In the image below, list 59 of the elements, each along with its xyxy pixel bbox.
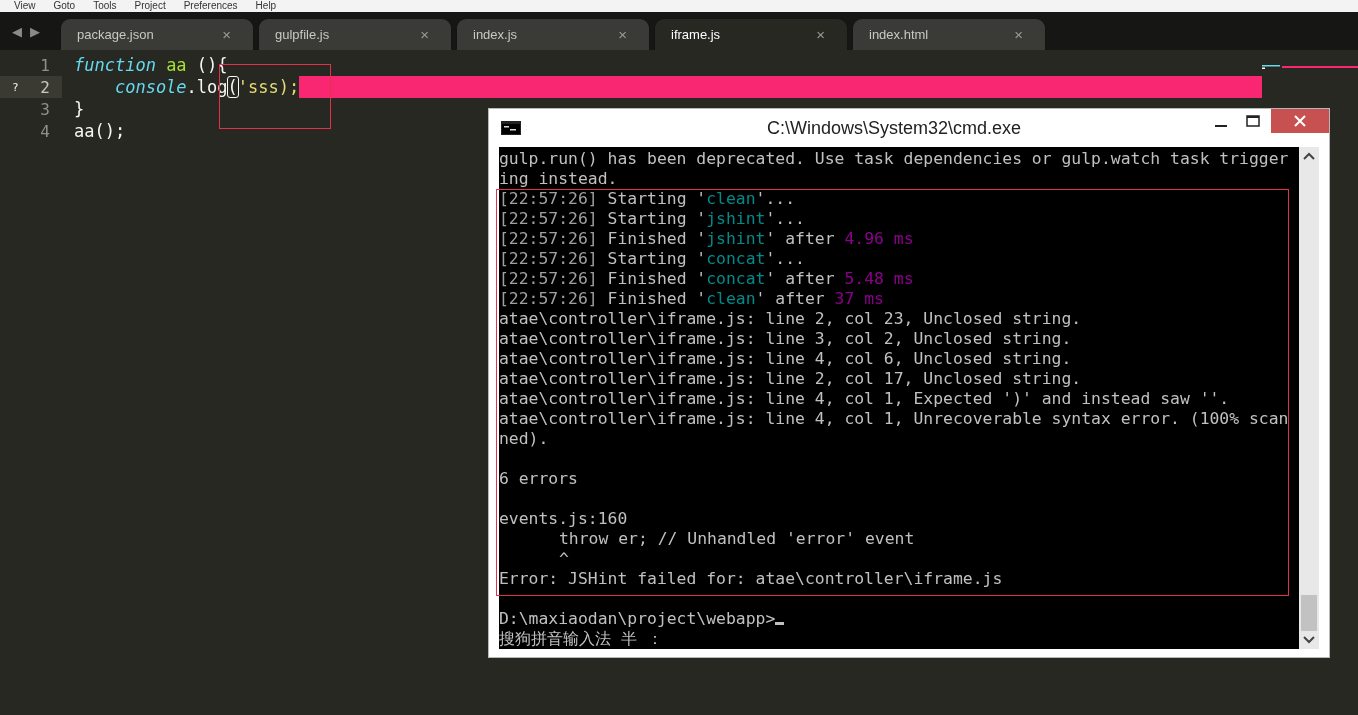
console-line: [22:57:26] Starting 'concat'... [499, 249, 805, 269]
scroll-thumb[interactable] [1301, 595, 1317, 631]
line-number: 4 [40, 121, 50, 141]
console-line: Error: JSHint failed for: atae\controller\iframe.js [499, 569, 1003, 589]
menu-item[interactable]: Preferences [183, 1, 238, 11]
console-line: 搜狗拼音输入法 半 ： [499, 629, 663, 649]
close-tab-button[interactable]: × [816, 26, 825, 43]
close-tab-button[interactable]: × [420, 26, 429, 43]
console-icon [501, 121, 521, 135]
console-line: atae\controller\iframe.js: line 4, col 1, Expected ')' and instead saw ''. [499, 389, 1230, 409]
console-line: atae\controller\iframe.js: line 2, col 17, Unclosed string. [499, 369, 1082, 389]
code-line: aa(); [74, 120, 126, 142]
console-line: atae\controller\iframe.js: line 3, col 2, Unclosed string. [499, 329, 1072, 349]
console-line: [22:57:26] Finished 'jshint' after 4.96 ms [499, 229, 914, 249]
close-button[interactable] [1271, 109, 1329, 133]
console-line: atae\controller\iframe.js: line 2, col 23, Unclosed string. [499, 309, 1082, 329]
menu-item[interactable]: Help [255, 1, 277, 11]
forward-button[interactable]: ▶ [30, 23, 40, 39]
console-line: [22:57:26] Starting 'jshint'... [499, 209, 805, 229]
console-line: events.js:160 [499, 509, 628, 529]
scroll-up-icon[interactable] [1303, 152, 1315, 160]
console-line: ned). [499, 429, 549, 449]
menu-item[interactable]: Project [134, 1, 166, 11]
menu-item[interactable]: Goto [53, 1, 76, 11]
console-line: [22:57:26] Finished 'concat' after 5.48 ms [499, 269, 914, 289]
minimize-icon [1215, 125, 1227, 127]
file-tab[interactable]: gulpfile.js × [258, 18, 452, 50]
text-cursor [775, 622, 785, 625]
file-tab[interactable]: index.js × [456, 18, 650, 50]
close-tab-button[interactable]: × [1014, 26, 1023, 43]
maximize-icon [1246, 115, 1260, 127]
console-line: [22:57:26] Finished 'clean' after 37 ms [499, 289, 884, 309]
console-line: atae\controller\iframe.js: line 4, col 1, Unrecoverable syntax error. (100% scan [499, 409, 1289, 429]
console-line: throw er; // Unhandled 'error' event [559, 529, 915, 549]
window-title: C:\Windows\System32\cmd.exe [765, 117, 1023, 139]
console-line: [22:57:26] Starting 'clean'... [499, 189, 796, 209]
line-number: 2 [40, 77, 50, 97]
code-line: function aa (){ [74, 54, 228, 76]
scrollbar[interactable] [1299, 147, 1319, 649]
menu-item[interactable]: Tools [93, 1, 117, 11]
console-line: 6 errors [499, 469, 578, 489]
back-button[interactable]: ◀ [12, 23, 22, 39]
console-line: D:\maxiaodan\project\webapp> [499, 609, 776, 629]
gutter-marker: ? [12, 80, 19, 94]
console-line: ing instead. [499, 169, 618, 189]
close-tab-button[interactable]: × [222, 26, 231, 43]
scroll-down-icon[interactable] [1303, 636, 1315, 644]
file-tab[interactable]: index.html × [852, 18, 1046, 50]
console-line: ^ [559, 549, 569, 569]
console-line: atae\controller\iframe.js: line 4, col 6, Unclosed string. [499, 349, 1072, 369]
code-line: } [74, 98, 85, 120]
file-tab[interactable]: package.json × [60, 18, 254, 50]
close-tab-button[interactable]: × [618, 26, 627, 43]
console-line: gulp.run() has been deprecated. Use task dependencies or gulp.watch task trigger [499, 149, 1289, 169]
menu-item[interactable]: View [14, 1, 36, 11]
close-icon [1294, 115, 1306, 127]
line-number: 3 [40, 99, 50, 119]
file-tab[interactable]: iframe.js × [654, 18, 848, 50]
line-number: 1 [40, 55, 50, 75]
